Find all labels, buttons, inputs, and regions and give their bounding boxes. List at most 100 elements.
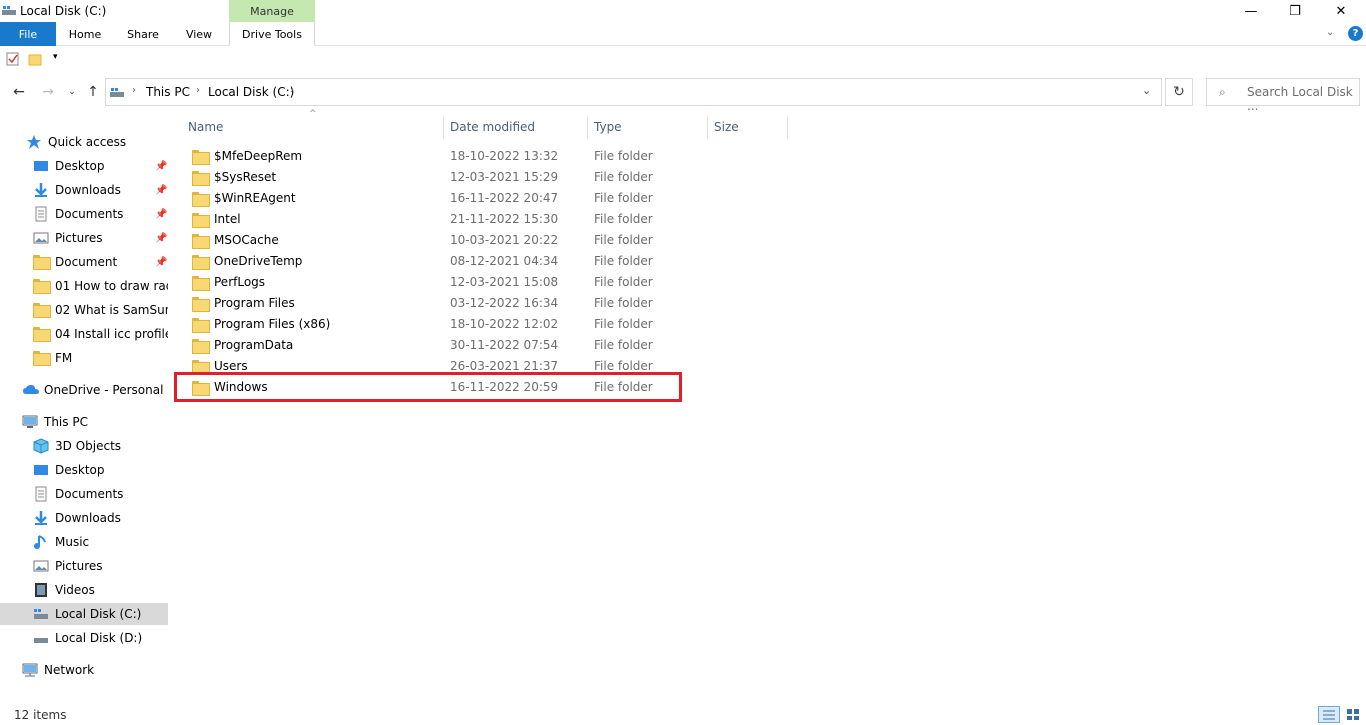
file-name-cell[interactable]: $MfeDeepRem: [192, 149, 302, 165]
refresh-button[interactable]: ↻: [1165, 78, 1193, 106]
file-name-cell[interactable]: ProgramData: [192, 338, 293, 354]
file-name-cell[interactable]: Program Files (x86): [192, 316, 331, 333]
column-size[interactable]: Size: [708, 115, 788, 139]
sidebar-item-local-disk-c[interactable]: Local Disk (C:): [0, 603, 168, 625]
column-type[interactable]: Type: [588, 115, 708, 139]
file-row[interactable]: $MfeDeepRem 18-10-2022 13:32 File folder: [178, 145, 798, 166]
folder-icon: [192, 338, 210, 354]
sidebar-item-music[interactable]: Music: [0, 531, 168, 553]
file-row[interactable]: ProgramData 30-11-2022 07:54 File folder: [178, 334, 798, 355]
file-row[interactable]: Program Files 03-12-2022 16:34 File folder: [178, 292, 798, 313]
file-row[interactable]: MSOCache 10-03-2021 20:22 File folder: [178, 229, 798, 250]
tab-home[interactable]: Home: [60, 22, 110, 46]
folder-icon: [192, 233, 210, 249]
sidebar-item-documents[interactable]: Documents: [0, 483, 168, 505]
sidebar-item-downloads[interactable]: Downloads 📌: [0, 179, 168, 201]
file-type: File folder: [594, 232, 653, 247]
file-type: File folder: [594, 169, 653, 184]
chevron-right-icon[interactable]: ›: [132, 85, 136, 96]
folder-icon: [33, 350, 51, 366]
file-name-cell[interactable]: Users: [192, 359, 248, 375]
search-input[interactable]: ⌕ Search Local Disk ...: [1206, 78, 1360, 113]
drive-icon: [2, 5, 16, 15]
sidebar-item-fm[interactable]: FM: [0, 347, 168, 369]
file-row[interactable]: Program Files (x86) 18-10-2022 12:02 File …: [178, 313, 798, 334]
sidebar-item-pictures[interactable]: Pictures: [0, 555, 168, 577]
restore-button[interactable]: ❐: [1272, 0, 1318, 22]
forward-button[interactable]: →: [38, 82, 58, 102]
sidebar-item-label: Downloads: [55, 183, 121, 197]
file-row[interactable]: Intel 21-11-2022 15:30 File folder: [178, 208, 798, 229]
sidebar-item-recent-folder[interactable]: 01 How to draw radius: [0, 275, 168, 297]
close-button[interactable]: ✕: [1318, 0, 1364, 22]
breadcrumb-local-disk[interactable]: Local Disk (C:): [208, 85, 294, 99]
sidebar-item-recent-folder[interactable]: 04 Install icc profile or: [0, 323, 168, 345]
sidebar-item-3d-objects[interactable]: 3D Objects: [0, 435, 168, 457]
chevron-right-icon[interactable]: ›: [196, 85, 200, 96]
file-name-cell[interactable]: Program Files: [192, 296, 295, 312]
pin-icon[interactable]: 📌: [155, 161, 167, 172]
file-row[interactable]: OneDriveTemp 08-12-2021 04:34 File folder: [178, 250, 798, 271]
folder-icon: [33, 326, 51, 342]
file-type: File folder: [594, 274, 653, 289]
ribbon-expand-icon[interactable]: ⌄: [1326, 27, 1334, 38]
sidebar-item-downloads[interactable]: Downloads: [0, 507, 168, 529]
file-date: 10-03-2021 20:22: [450, 232, 559, 247]
sidebar-item-quick-access[interactable]: Quick access: [0, 131, 168, 153]
column-date-modified[interactable]: Date modified: [444, 115, 588, 139]
sidebar-item-label: Music: [55, 535, 90, 549]
sidebar-item-document[interactable]: Document 📌: [0, 251, 168, 273]
breadcrumb-this-pc[interactable]: This PC: [146, 85, 190, 99]
help-button[interactable]: ?: [1348, 26, 1363, 41]
sidebar-item-network[interactable]: Network: [0, 659, 168, 681]
documents-icon: [33, 486, 49, 502]
file-name-cell[interactable]: MSOCache: [192, 233, 279, 249]
sidebar-item-recent-folder[interactable]: 02 What is SamSung c: [0, 299, 168, 321]
address-bar[interactable]: › This PC › Local Disk (C:) › ⌄: [105, 78, 1162, 106]
file-name-cell[interactable]: $SysReset: [192, 170, 276, 186]
recent-locations-button[interactable]: ⌄: [62, 82, 82, 102]
sidebar-item-pictures[interactable]: Pictures 📌: [0, 227, 168, 249]
tab-view[interactable]: View: [176, 22, 222, 46]
new-folder-icon[interactable]: [28, 52, 42, 69]
pin-icon[interactable]: 📌: [155, 233, 167, 244]
file-name: Program Files (x86): [214, 316, 331, 331]
file-row[interactable]: PerfLogs 12-03-2021 15:08 File folder: [178, 271, 798, 292]
tab-file[interactable]: File: [0, 22, 56, 46]
file-date: 16-11-2022 20:47: [450, 190, 559, 205]
pin-icon[interactable]: 📌: [155, 185, 167, 196]
sidebar-item-desktop[interactable]: Desktop 📌: [0, 155, 168, 177]
details-view-button[interactable]: [1318, 706, 1340, 723]
up-button[interactable]: ↑: [83, 82, 103, 102]
column-name[interactable]: Name: [182, 115, 444, 139]
download-icon: [33, 182, 49, 198]
file-name-cell[interactable]: $WinREAgent: [192, 191, 296, 207]
cube-icon: [33, 438, 49, 454]
sidebar-item-local-disk-d[interactable]: Local Disk (D:): [0, 627, 168, 649]
file-name-cell[interactable]: OneDriveTemp: [192, 254, 302, 270]
file-row[interactable]: $SysReset 12-03-2021 15:29 File folder: [178, 166, 798, 187]
sidebar-item-onedrive[interactable]: OneDrive - Personal: [0, 379, 168, 401]
pin-icon[interactable]: 📌: [155, 209, 167, 220]
pin-icon[interactable]: 📌: [155, 257, 167, 268]
properties-icon[interactable]: [6, 52, 20, 69]
sidebar-item-videos[interactable]: Videos: [0, 579, 168, 601]
file-name-cell[interactable]: Intel: [192, 212, 241, 228]
sidebar-item-label: Local Disk (D:): [55, 631, 143, 645]
sidebar-item-desktop[interactable]: Desktop: [0, 459, 168, 481]
file-row[interactable]: $WinREAgent 16-11-2022 20:47 File folder: [178, 187, 798, 208]
sidebar-item-this-pc[interactable]: This PC: [0, 411, 168, 433]
tab-share[interactable]: Share: [118, 22, 168, 46]
address-dropdown-icon[interactable]: ⌄: [1142, 84, 1151, 97]
file-name-cell[interactable]: PerfLogs: [192, 275, 265, 291]
customize-toolbar-icon[interactable]: ▾: [53, 52, 58, 62]
drive-icon: [33, 606, 49, 622]
sidebar-item-documents[interactable]: Documents 📌: [0, 203, 168, 225]
file-type: File folder: [594, 295, 653, 310]
large-icons-view-button[interactable]: [1344, 706, 1364, 723]
minimize-button[interactable]: —: [1228, 0, 1274, 22]
back-button[interactable]: ←: [9, 82, 29, 102]
chevron-right-icon[interactable]: ›: [290, 85, 294, 96]
sidebar-item-label: Desktop: [55, 463, 105, 477]
tab-drive-tools[interactable]: Drive Tools: [229, 22, 315, 46]
